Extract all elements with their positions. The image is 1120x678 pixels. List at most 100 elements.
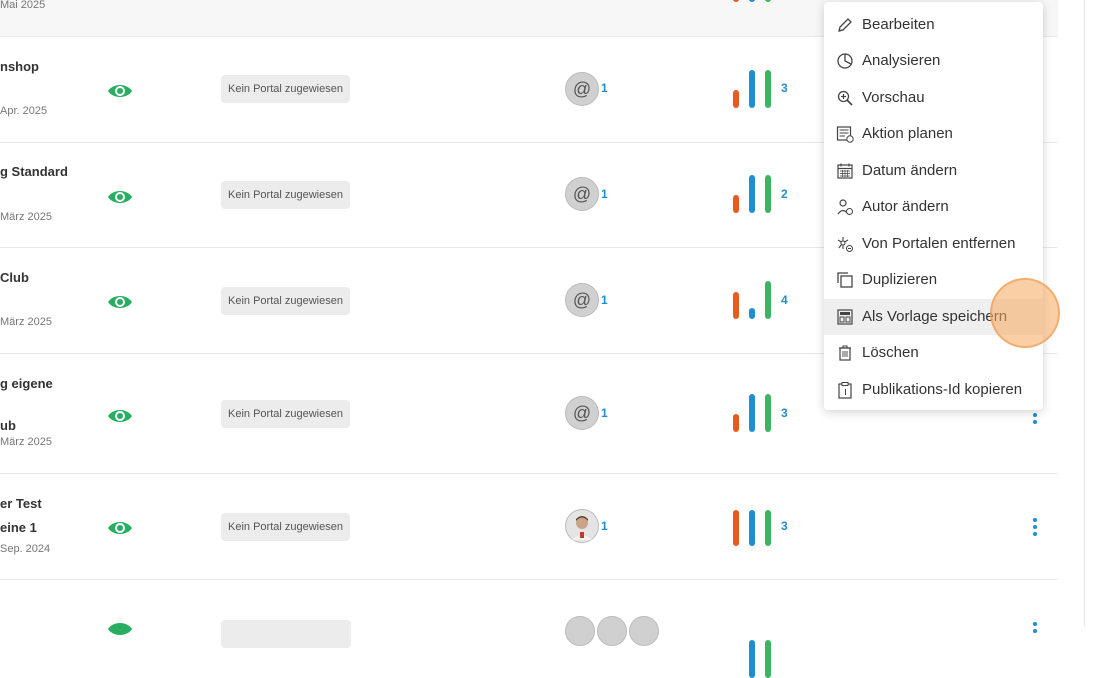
author-avatar[interactable]: @ (565, 72, 599, 106)
reach-bars (733, 508, 773, 546)
author-avatar-photo[interactable] (565, 509, 599, 543)
reach-count[interactable]: 3 (781, 406, 788, 420)
menu-item-label: Von Portalen entfernen (862, 235, 1016, 252)
eye-icon[interactable] (107, 293, 133, 311)
more-options-icon[interactable] (1030, 622, 1040, 640)
menu-item-analysieren[interactable]: Analysieren (824, 43, 1043, 79)
schedule-icon (836, 126, 854, 143)
eye-icon[interactable] (107, 519, 133, 537)
author-avatar[interactable] (565, 616, 595, 646)
eye-icon[interactable] (107, 407, 133, 425)
bar-blue (749, 175, 755, 213)
author-count[interactable]: 1 (601, 187, 608, 201)
publication-date: Mai 2025 (0, 0, 46, 11)
author-avatar[interactable]: @ (565, 283, 599, 317)
pencil-icon (838, 18, 852, 32)
context-menu: Bearbeiten Analysieren Vorschau Aktion p… (824, 2, 1043, 410)
right-panel-edge (1084, 0, 1120, 626)
menu-item-datum-aendern[interactable]: Datum ändern (824, 153, 1043, 189)
reach-count[interactable]: 3 (781, 81, 788, 95)
author-avatar[interactable] (597, 616, 627, 646)
eye-icon[interactable] (107, 82, 133, 100)
publication-date: Sep. 2024 (0, 543, 51, 555)
template-icon (837, 309, 853, 325)
author-count[interactable]: 1 (601, 406, 608, 420)
author-avatar[interactable]: @ (565, 177, 599, 211)
portal-badge: Kein Portal zugewiesen (221, 400, 350, 428)
bar-green (765, 175, 771, 213)
menu-item-publikations-id-kopieren[interactable]: Publikations-Id kopieren (824, 372, 1043, 408)
bar-blue (749, 640, 755, 678)
author-icon (837, 199, 853, 215)
reach-bars (733, 0, 773, 2)
menu-item-label: Publikations-Id kopieren (862, 381, 1023, 398)
bar-orange (733, 510, 739, 546)
publication-title-line2[interactable]: eine 1 (0, 520, 37, 535)
menu-item-label: Duplizieren (862, 271, 938, 288)
bar-orange (733, 414, 739, 432)
publication-date: März 2025 (0, 316, 52, 328)
bar-blue (749, 394, 755, 432)
more-options-icon[interactable] (1030, 518, 1040, 536)
publication-title[interactable]: er Test (0, 496, 42, 511)
calendar-icon (837, 163, 853, 179)
reach-bars (733, 175, 773, 213)
eye-icon[interactable] (107, 620, 133, 638)
portal-badge: Kein Portal zugewiesen (221, 75, 350, 103)
publication-date: März 2025 (0, 211, 52, 223)
menu-item-aktion-planen[interactable]: Aktion planen (824, 116, 1043, 152)
eye-icon[interactable] (107, 188, 133, 206)
menu-item-autor-aendern[interactable]: Autor ändern (824, 189, 1043, 225)
pie-chart-icon (837, 53, 853, 69)
zoom-in-icon (837, 90, 853, 106)
reach-count[interactable]: 3 (781, 519, 788, 533)
bar-orange (733, 292, 739, 319)
bar-blue (749, 0, 755, 2)
publication-title[interactable]: g eigene (0, 376, 53, 391)
menu-item-label: Bearbeiten (862, 16, 935, 33)
publication-date: März 2025 (0, 436, 52, 448)
portal-badge (221, 620, 351, 648)
reach-bars (733, 281, 773, 319)
publication-title[interactable]: nshop (0, 59, 39, 74)
publication-title-line2[interactable]: ub (0, 418, 16, 433)
bar-blue (749, 510, 755, 546)
portal-badge: Kein Portal zugewiesen (221, 181, 350, 209)
person-photo-icon (572, 516, 592, 540)
reach-bars (733, 394, 773, 432)
bar-green (765, 640, 771, 678)
menu-item-vorschau[interactable]: Vorschau (824, 80, 1043, 116)
table-row[interactable]: er Test eine 1 Sep. 2024 Kein Portal zug… (0, 474, 1058, 580)
menu-item-label: Als Vorlage speichern (862, 308, 1008, 325)
publication-title[interactable]: Club (0, 270, 29, 285)
menu-item-label: Autor ändern (862, 198, 949, 215)
author-avatar[interactable]: @ (565, 396, 599, 430)
menu-item-label: Vorschau (862, 89, 925, 106)
author-count[interactable]: 1 (601, 293, 608, 307)
author-count[interactable]: 1 (601, 519, 608, 533)
menu-item-label: Löschen (862, 344, 919, 361)
click-indicator (990, 278, 1060, 348)
bar-green (765, 70, 771, 108)
publication-title[interactable]: g Standard (0, 164, 68, 179)
menu-item-label: Datum ändern (862, 162, 958, 179)
menu-item-bearbeiten[interactable]: Bearbeiten (824, 7, 1043, 43)
menu-item-label: Analysieren (862, 52, 941, 69)
trash-icon (839, 345, 851, 361)
table-row[interactable] (0, 580, 1058, 678)
reach-count[interactable]: 4 (781, 293, 788, 307)
reach-count[interactable]: 2 (781, 187, 788, 201)
menu-item-von-portalen-entfernen[interactable]: Von Portalen entfernen (824, 226, 1043, 262)
bar-blue (749, 308, 755, 319)
bar-orange (733, 195, 739, 213)
publication-date: Apr. 2025 (0, 105, 48, 117)
bar-green (765, 281, 771, 319)
portal-badge: Kein Portal zugewiesen (221, 513, 350, 541)
clipboard-icon (838, 382, 852, 399)
bar-green (765, 0, 771, 2)
bar-green (765, 510, 771, 546)
reach-bars (733, 614, 773, 678)
network-remove-icon (837, 237, 853, 252)
author-count[interactable]: 1 (601, 81, 608, 95)
author-avatar[interactable] (629, 616, 659, 646)
